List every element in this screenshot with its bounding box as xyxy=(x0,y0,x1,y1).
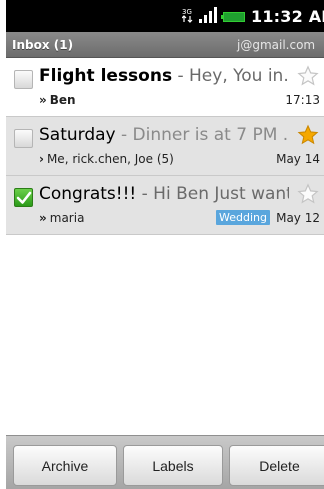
star-icon[interactable] xyxy=(297,65,319,87)
message-senders: › Me, rick.chen, Joe (5) xyxy=(39,152,174,166)
message-senders: » maria xyxy=(39,211,84,225)
star-icon[interactable] xyxy=(297,124,319,146)
sender-arrow-icon: » xyxy=(39,93,47,107)
message-time: May 12 xyxy=(276,211,320,225)
star-icon[interactable] xyxy=(297,183,319,205)
message-snippet: - Dinner is at 7 PM ... xyxy=(115,125,289,145)
inbox-header: Inbox (1) j@gmail.com xyxy=(6,32,324,58)
message-subject-line: Flight lessons - Hey, You in... xyxy=(39,66,289,90)
message-subject-line: Saturday - Dinner is at 7 PM ... xyxy=(39,125,289,149)
sender-names: Ben xyxy=(49,93,76,107)
message-subject: Saturday xyxy=(39,125,116,145)
sender-arrow-icon: › xyxy=(39,152,44,166)
message-row[interactable]: Saturday - Dinner is at 7 PM ... › Me, ri… xyxy=(6,117,324,176)
select-checkbox[interactable] xyxy=(14,188,33,207)
sender-names: maria xyxy=(49,211,85,225)
sender-arrow-icon: » xyxy=(39,211,47,225)
message-row[interactable]: Congrats!!! - Hi Ben Just want... »maria… xyxy=(6,176,324,235)
message-senders: » Ben xyxy=(39,93,76,107)
message-row[interactable]: Flight lessons - Hey, You in... » Ben 17:… xyxy=(6,58,324,117)
battery-icon xyxy=(221,12,245,22)
phone-screen: 3G 11:32 AM Inbox (1) j@gmail.com Flight… xyxy=(6,0,324,489)
delete-button[interactable]: Delete xyxy=(229,445,324,486)
message-subject: Flight lessons xyxy=(39,66,173,86)
archive-button[interactable]: Archive xyxy=(13,445,117,486)
inbox-title: Inbox (1) xyxy=(12,38,74,52)
sender-names: Me, rick.chen, Joe (5) xyxy=(46,152,174,166)
status-clock: 11:32 AM xyxy=(251,7,324,26)
message-subject-line: Congrats!!! - Hi Ben Just want... xyxy=(39,184,289,208)
3g-data-icon: 3G xyxy=(182,7,194,23)
select-checkbox[interactable] xyxy=(14,129,33,148)
select-checkbox[interactable] xyxy=(14,70,33,89)
message-snippet: - Hi Ben Just want... xyxy=(141,184,289,204)
signal-bars-icon xyxy=(199,7,217,27)
message-subject: Congrats!!! xyxy=(39,184,137,204)
account-email: j@gmail.com xyxy=(237,38,316,52)
message-time: May 14 xyxy=(276,152,320,166)
svg-text:3G: 3G xyxy=(182,8,192,16)
labels-button[interactable]: Labels xyxy=(123,445,223,486)
action-bar: Archive Labels Delete xyxy=(6,435,324,489)
message-snippet: - Hey, You in... xyxy=(172,66,289,86)
label-tag: Wedding xyxy=(216,210,270,225)
status-bar: 3G 11:32 AM xyxy=(6,0,324,32)
checkmark-icon xyxy=(16,191,32,204)
message-time: 17:13 xyxy=(285,93,320,107)
